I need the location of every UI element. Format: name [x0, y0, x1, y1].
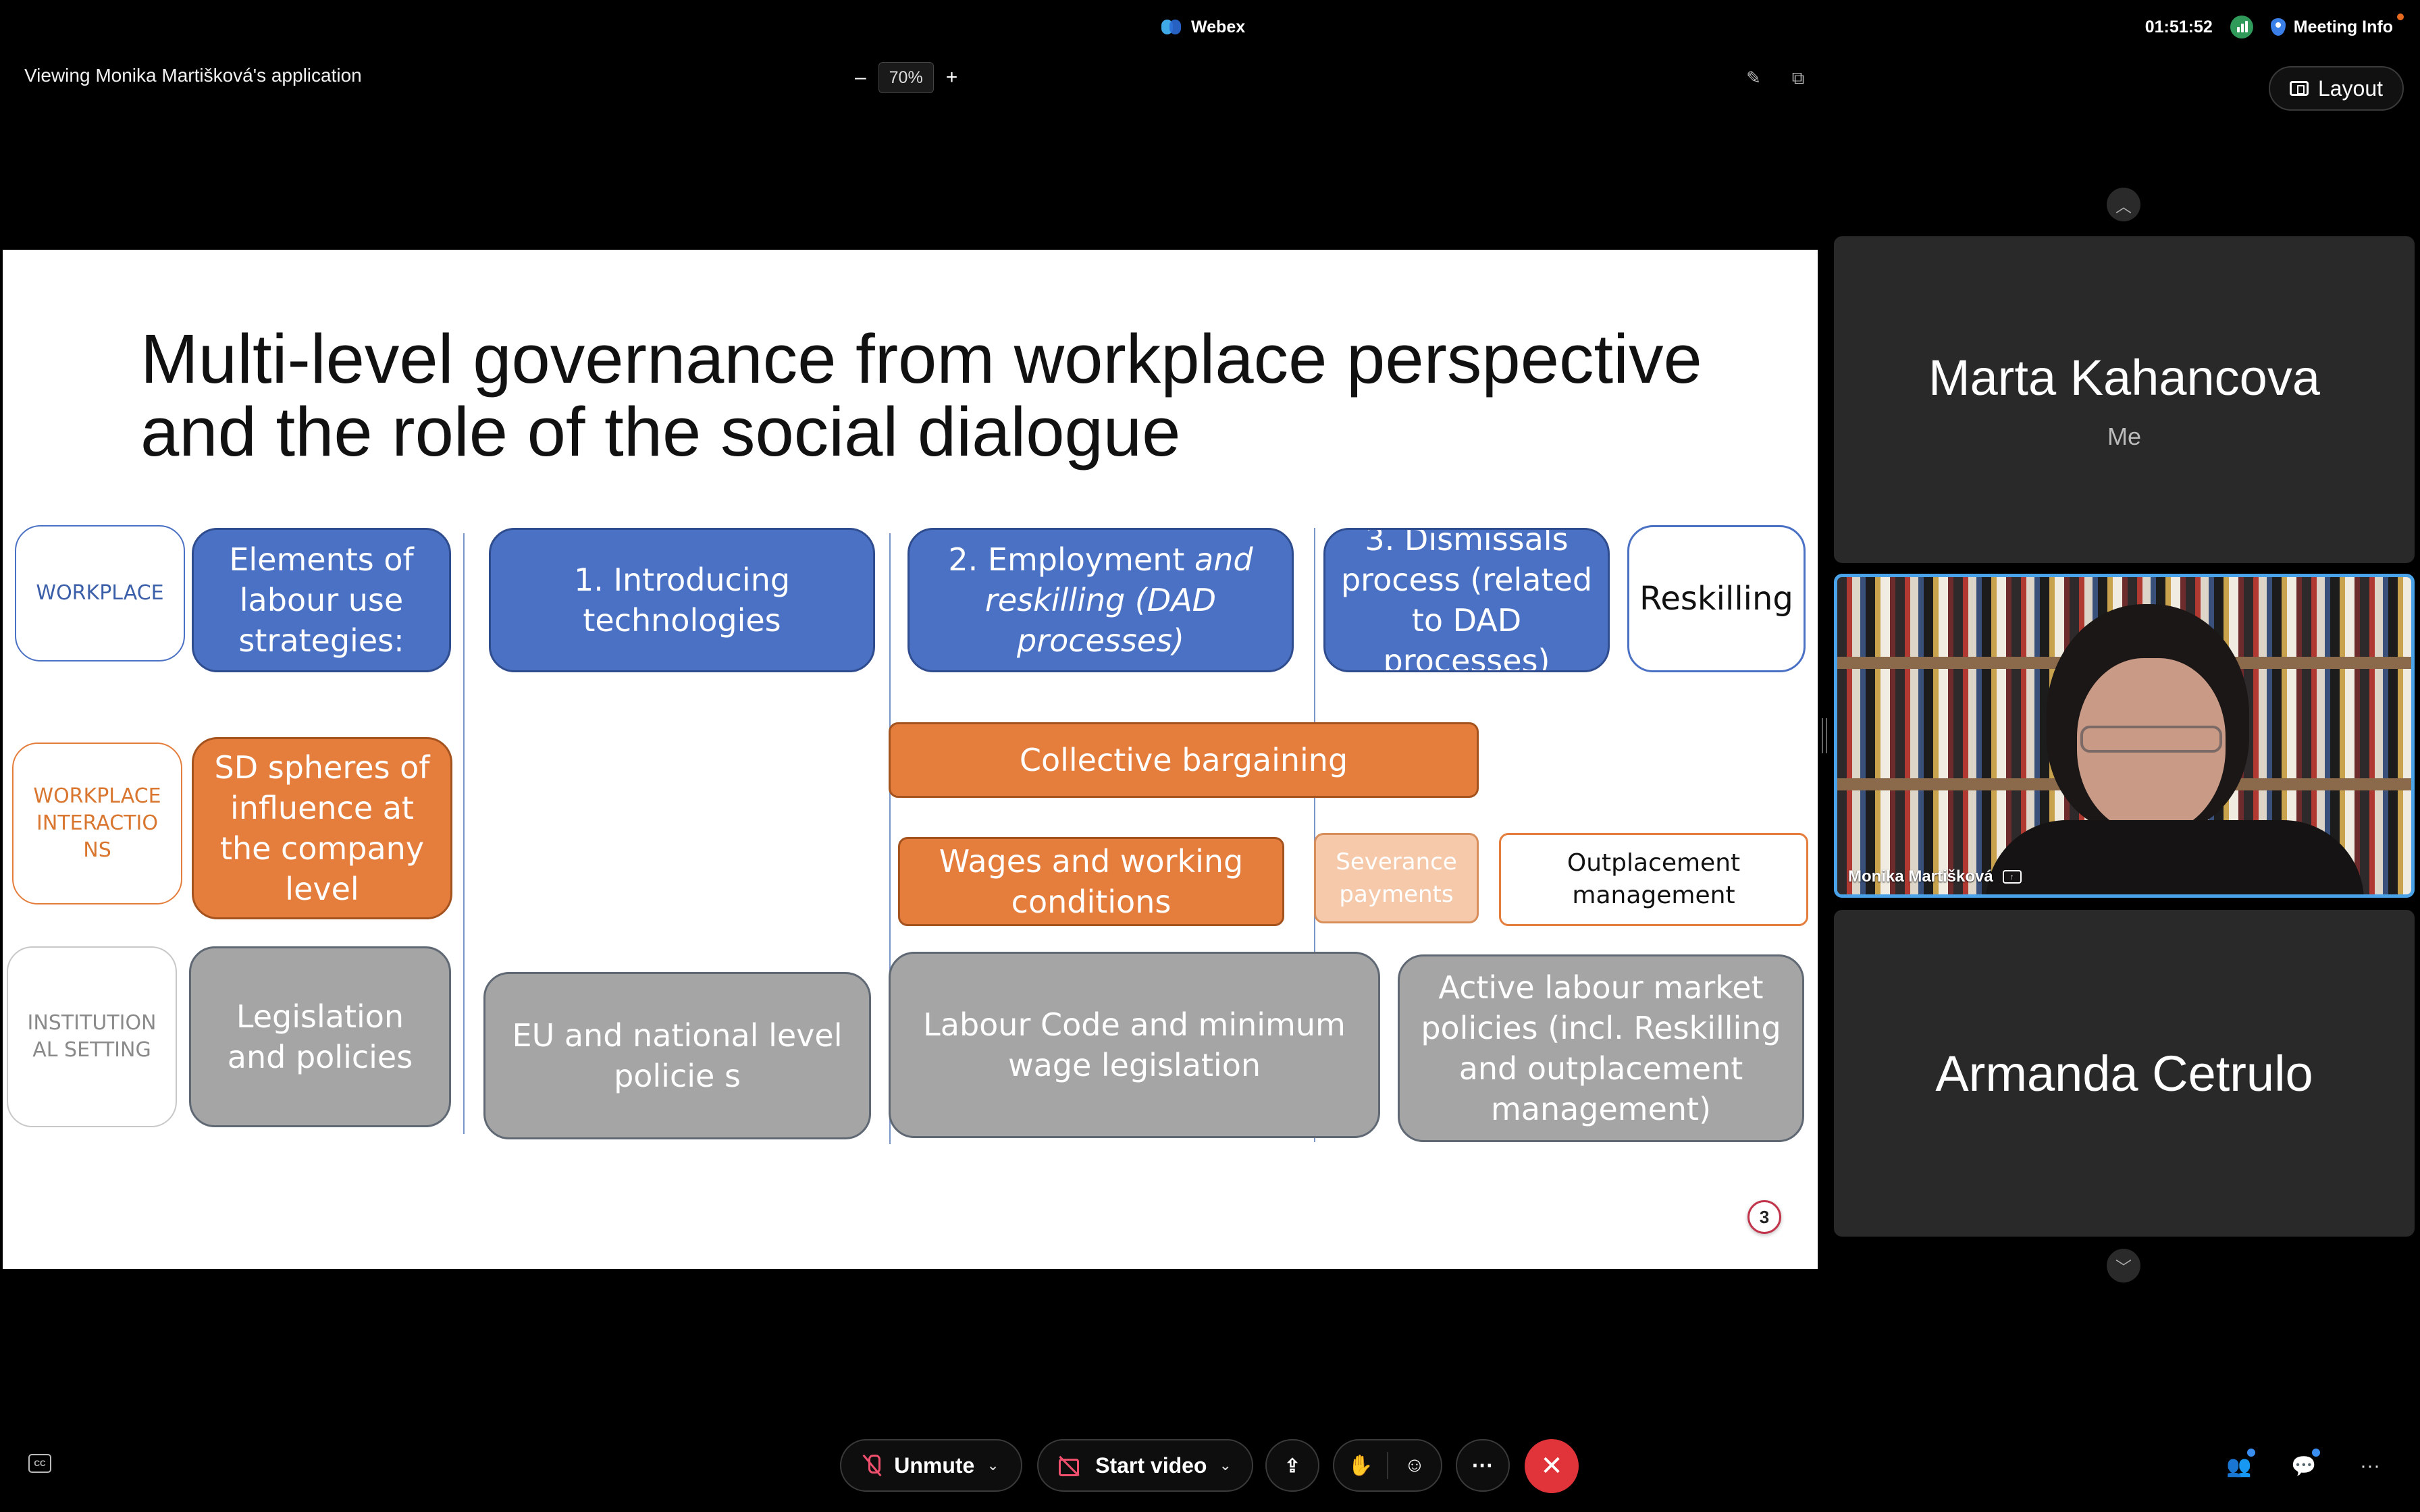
notification-dot — [2247, 1449, 2255, 1457]
more-apps-icon[interactable]: ··· — [2355, 1451, 2385, 1481]
participants-icon[interactable]: 👥 — [2224, 1449, 2255, 1481]
notification-dot — [2397, 13, 2404, 20]
box-dismissals-process: 3. Dismissals process (related to DAD pr… — [1323, 528, 1610, 672]
glasses — [2080, 726, 2222, 753]
box-active-labour-market: Active labour market policies (incl. Res… — [1398, 954, 1804, 1142]
box-introducing-technologies: 1. Introducing technologies — [489, 528, 875, 672]
slide-title-line-1: Multi-level governance from workplace pe… — [140, 320, 1702, 398]
app-name: Webex — [1191, 17, 1246, 36]
row-label-workplace: WORKPLACE — [15, 525, 185, 662]
zoom-out-button[interactable]: – — [855, 66, 866, 89]
more-apps-label: ··· — [2360, 1455, 2380, 1477]
share-button[interactable]: ⇪ — [1265, 1439, 1319, 1492]
box-reskilling: Reskilling — [1627, 525, 1806, 672]
box-legislation-policies: Legislation and policies — [189, 946, 451, 1127]
person-body — [1986, 820, 2364, 894]
people-icon: 👥 — [2226, 1455, 2252, 1478]
participant-name: Armanda Cetrulo — [1935, 1045, 2313, 1102]
chevron-down-icon[interactable]: ⌄ — [987, 1457, 999, 1474]
row-label-institutional-setting: INSTITUTION AL SETTING — [7, 946, 177, 1127]
participant-tile-armanda[interactable]: Armanda Cetrulo — [1834, 910, 2415, 1237]
participant-self-label: Me — [2107, 422, 2141, 450]
zoom-level-field[interactable]: 70% — [878, 62, 934, 93]
app-title-area: Webex — [1161, 14, 1245, 40]
network-health-icon[interactable] — [2230, 16, 2253, 38]
reactions-group: ✋ ☺ — [1333, 1439, 1442, 1492]
chat-bubble-icon: 💬 — [2291, 1455, 2317, 1478]
close-icon: ✕ — [1540, 1451, 1563, 1481]
row-label-workplace-interactions: WORKPLACE INTERACTIO NS — [12, 742, 182, 905]
raise-hand-icon[interactable]: ✋ — [1334, 1454, 1387, 1478]
panel-resize-handle[interactable] — [1822, 718, 1827, 753]
reactions-icon[interactable]: ☺ — [1388, 1454, 1441, 1477]
camera-off-icon — [1059, 1457, 1083, 1476]
box-employment-reskilling: 2. Employment and reskilling (DAD proces… — [908, 528, 1294, 672]
box-outplacement-management: Outplacement management — [1499, 833, 1808, 926]
unmute-label: Unmute — [894, 1453, 975, 1478]
top-right-status: 01:51:52 Meeting Info — [2145, 13, 2404, 40]
end-call-button[interactable]: ✕ — [1525, 1439, 1579, 1493]
box-eu-national-policies: EU and national level policie s — [483, 972, 871, 1139]
start-video-label: Start video — [1095, 1453, 1207, 1478]
slide-title: Multi-level governance from workplace pe… — [140, 323, 1761, 468]
divider-line — [463, 533, 465, 1134]
more-options-button[interactable]: ··· — [1456, 1439, 1510, 1492]
layout-button[interactable]: Layout — [2269, 66, 2404, 111]
box-severance-payments: Severance payments — [1314, 833, 1479, 923]
layout-label: Layout — [2317, 76, 2384, 101]
share-view-icon[interactable]: ⧉ — [1788, 68, 1808, 88]
participant-name: Marta Kahancova — [1928, 349, 2320, 406]
participant-video-monika[interactable]: Monika Martišková ↑ — [1834, 574, 2415, 898]
more-options-icon: ··· — [1472, 1453, 1494, 1478]
chevron-down-icon[interactable]: ⌄ — [1219, 1457, 1231, 1474]
shield-icon — [2270, 18, 2286, 36]
unmute-button[interactable]: Unmute ⌄ — [840, 1439, 1022, 1492]
notification-dot — [2312, 1449, 2320, 1457]
annotate-icon[interactable]: ✎ — [1743, 68, 1764, 88]
meeting-info-button[interactable]: Meeting Info — [2270, 13, 2404, 37]
captions-icon[interactable]: CC — [28, 1454, 51, 1473]
meeting-clock: 01:51:52 — [2145, 17, 2213, 36]
box-sd-spheres: SD spheres of influence at the company l… — [192, 737, 452, 919]
webex-logo-icon — [1161, 18, 1182, 36]
mic-off-icon — [863, 1453, 882, 1478]
slide-title-line-2: and the role of the social dialogue — [140, 393, 1181, 470]
layout-icon — [2289, 81, 2309, 96]
sharing-icon: ↑ — [2002, 870, 2022, 884]
zoom-in-button[interactable]: + — [946, 66, 958, 89]
box-elements-of-labour-use: Elements of labour use strategies: — [192, 528, 451, 672]
scroll-down-chevron-icon[interactable]: ﹀ — [2107, 1249, 2140, 1282]
shared-slide: Multi-level governance from workplace pe… — [3, 250, 1818, 1269]
share-screen-icon: ⇪ — [1284, 1455, 1300, 1476]
start-video-button[interactable]: Start video ⌄ — [1037, 1439, 1253, 1492]
participant-tile-marta[interactable]: Marta Kahancova Me — [1834, 236, 2415, 563]
zoom-controls: – 70% + — [855, 62, 957, 93]
scroll-up-chevron-icon[interactable]: ︿ — [2107, 188, 2140, 221]
participant-name: Monika Martišková — [1848, 867, 1993, 886]
box-wages-working-conditions: Wages and working conditions — [898, 837, 1284, 926]
viewing-share-label: Viewing Monika Martišková's application — [24, 65, 362, 86]
meeting-info-label: Meeting Info — [2293, 17, 2393, 36]
employment-text: 2. Employment — [948, 541, 1195, 578]
box-collective-bargaining: Collective bargaining — [889, 722, 1479, 798]
video-name-tag: Monika Martišková ↑ — [1848, 867, 2022, 886]
box-labour-code: Labour Code and minimum wage legislation — [889, 952, 1380, 1138]
chat-icon[interactable]: 💬 — [2289, 1449, 2320, 1481]
slide-page-number: 3 — [1747, 1200, 1781, 1234]
